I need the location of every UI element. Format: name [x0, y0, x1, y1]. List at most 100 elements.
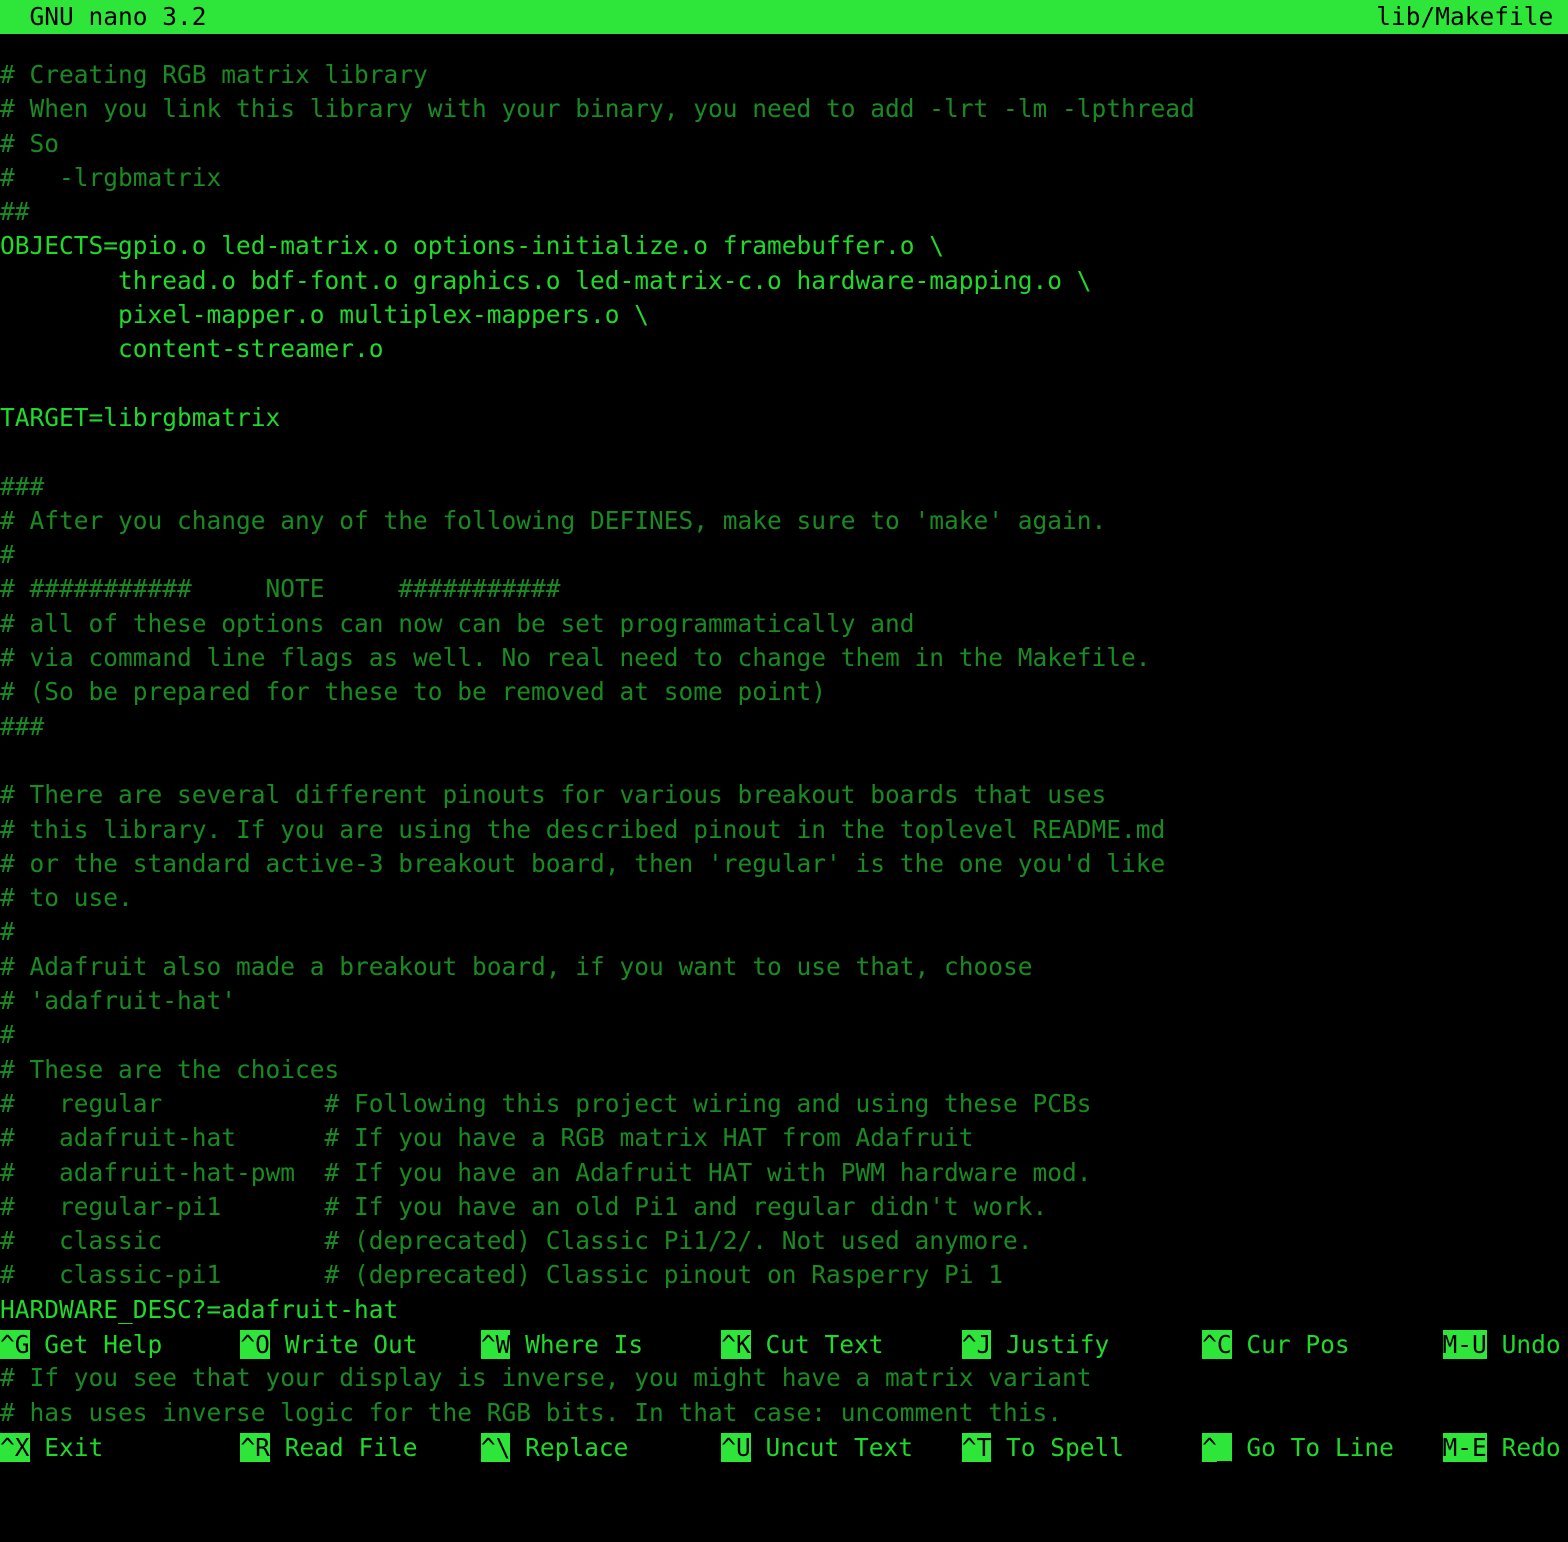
editor-line[interactable]: ##: [0, 195, 1568, 229]
editor-line-text: # to use.: [0, 883, 133, 913]
editor-line[interactable]: # (So be prepared for these to be remove…: [0, 675, 1568, 709]
editor-line[interactable]: # So: [0, 127, 1568, 161]
shortcut-key: ^O: [240, 1330, 270, 1360]
editor-line[interactable]: ###: [0, 470, 1568, 504]
editor-line[interactable]: content-streamer.o: [0, 332, 1568, 366]
editor-text-area[interactable]: # Creating RGB matrix library # When you …: [0, 58, 1568, 1430]
editor-line-text: #: [0, 540, 15, 570]
shortcut-redo[interactable]: M-E Redo: [1442, 1431, 1561, 1465]
editor-line[interactable]: # regular # Following this project wirin…: [0, 1087, 1568, 1121]
editor-line-text: OBJECTS=gpio.o led-matrix.o options-init…: [0, 231, 945, 261]
shortcut-help-bar: ^G Get Help ^O Write Out ^W Where Is ^K Cut…: [0, 1260, 1568, 1534]
shortcut-row-1: ^G Get Help ^O Write Out ^W Where Is ^K Cut…: [0, 1328, 1568, 1362]
app-name: GNU nano 3.2: [29, 2, 207, 31]
shortcut-label: Exit: [29, 1433, 104, 1463]
editor-line-text: [0, 437, 15, 466]
editor-line-text: pixel-mapper.o multiplex-mappers.o \: [0, 300, 650, 330]
editor-line-text: # via command line flags as well. No rea…: [0, 643, 1151, 673]
editor-line[interactable]: TARGET=librgbmatrix: [0, 401, 1568, 435]
editor-line-text: # this library. If you are using the des…: [0, 814, 1166, 844]
shortcut-label: Replace: [510, 1433, 629, 1463]
editor-line-text: # So: [0, 128, 60, 158]
editor-line-text: # or the standard active-3 breakout boar…: [0, 848, 1166, 878]
editor-line[interactable]: [0, 435, 1568, 469]
editor-line-text: # -lrgbmatrix: [0, 162, 222, 192]
editor-line-text: # (So be prepared for these to be remove…: [0, 677, 827, 707]
shortcut-uncut-text[interactable]: ^U Uncut Text: [721, 1431, 913, 1465]
editor-line-text: # ########### NOTE ###########: [0, 574, 561, 604]
shortcut-key: ^\: [480, 1433, 511, 1463]
editor-line[interactable]: # to use.: [0, 881, 1568, 915]
shortcut-label: Undo: [1486, 1330, 1561, 1360]
editor-line[interactable]: OBJECTS=gpio.o led-matrix.o options-init…: [0, 229, 1568, 263]
shortcut-key: ^_: [1202, 1433, 1232, 1463]
editor-line[interactable]: [0, 367, 1568, 401]
editor-line[interactable]: # all of these options can now can be se…: [0, 607, 1568, 641]
editor-line[interactable]: # this library. If you are using the des…: [0, 813, 1568, 847]
shortcut-key: ^X: [0, 1433, 30, 1463]
shortcut-key: ^R: [240, 1433, 270, 1463]
editor-line-text: # adafruit-hat # If you have a RGB matri…: [0, 1123, 974, 1153]
shortcut-label: Cut Text: [750, 1330, 884, 1360]
editor-line[interactable]: # After you change any of the following …: [0, 504, 1568, 538]
editor-line[interactable]: thread.o bdf-font.o graphics.o led-matri…: [0, 264, 1568, 298]
shortcut-read-file[interactable]: ^R Read File: [240, 1431, 417, 1465]
editor-line-text: ##: [0, 197, 30, 227]
shortcut-key: M-U: [1442, 1330, 1487, 1360]
editor-line[interactable]: # via command line flags as well. No rea…: [0, 641, 1568, 675]
shortcut-where-is[interactable]: ^W Where Is: [480, 1328, 644, 1362]
shortcut-label: Cur Pos: [1231, 1330, 1350, 1360]
editor-line[interactable]: # or the standard active-3 breakout boar…: [0, 847, 1568, 881]
shortcut-key: ^W: [480, 1330, 511, 1360]
editor-line-text: TARGET=librgbmatrix: [0, 402, 281, 432]
shortcut-key: ^K: [721, 1330, 751, 1360]
shortcut-label: Get Help: [29, 1330, 163, 1360]
editor-line-text: content-streamer.o: [0, 334, 384, 364]
editor-line[interactable]: # 'adafruit-hat': [0, 984, 1568, 1018]
editor-line-text: ###: [0, 711, 45, 741]
editor-line-text: # Adafruit also made a breakout board, i…: [0, 951, 1033, 981]
editor-line-text: [0, 746, 15, 775]
editor-line[interactable]: # Creating RGB matrix library: [0, 58, 1568, 92]
shortcut-replace[interactable]: ^\ Replace: [480, 1431, 629, 1465]
editor-line-text: # These are the choices: [0, 1054, 340, 1084]
shortcut-label: Redo: [1486, 1433, 1561, 1463]
editor-line[interactable]: # classic # (deprecated) Classic Pi1/2/.…: [0, 1224, 1568, 1258]
editor-line[interactable]: [0, 744, 1568, 778]
editor-line[interactable]: # adafruit-hat # If you have a RGB matri…: [0, 1121, 1568, 1155]
editor-line-text: #: [0, 1020, 15, 1050]
shortcut-label: Where Is: [510, 1330, 644, 1360]
editor-line[interactable]: # Adafruit also made a breakout board, i…: [0, 950, 1568, 984]
shortcut-go-to-line[interactable]: ^_ Go To Line: [1202, 1431, 1394, 1465]
editor-line[interactable]: # -lrgbmatrix: [0, 161, 1568, 195]
shortcut-justify[interactable]: ^J Justify: [961, 1328, 1109, 1362]
shortcut-to-spell[interactable]: ^T To Spell: [961, 1431, 1124, 1465]
shortcut-cut-text[interactable]: ^K Cut Text: [721, 1328, 884, 1362]
editor-line[interactable]: # regular-pi1 # If you have an old Pi1 a…: [0, 1190, 1568, 1224]
editor-line[interactable]: # These are the choices: [0, 1053, 1568, 1087]
shortcut-exit[interactable]: ^X Exit: [0, 1431, 103, 1465]
editor-line[interactable]: # There are several different pinouts fo…: [0, 778, 1568, 812]
editor-line-text: # There are several different pinouts fo…: [0, 780, 1107, 810]
editor-line-text: # regular-pi1 # If you have an old Pi1 a…: [0, 1191, 1048, 1221]
editor-line-text: # Creating RGB matrix library: [0, 60, 428, 89]
shortcut-key: ^G: [0, 1330, 30, 1360]
shortcut-label: Go To Line: [1231, 1433, 1394, 1463]
editor-line[interactable]: #: [0, 1018, 1568, 1052]
editor-line[interactable]: # When you link this library with your b…: [0, 92, 1568, 126]
editor-line[interactable]: #: [0, 915, 1568, 949]
editor-line[interactable]: #: [0, 538, 1568, 572]
editor-line[interactable]: ###: [0, 710, 1568, 744]
editor-line-text: # classic # (deprecated) Classic Pi1/2/.…: [0, 1226, 1033, 1256]
shortcut-get-help[interactable]: ^G Get Help: [0, 1328, 162, 1362]
editor-line-text: # When you link this library with your b…: [0, 94, 1195, 124]
shortcut-write-out[interactable]: ^O Write Out: [240, 1328, 417, 1362]
editor-line-text: # 'adafruit-hat': [0, 986, 237, 1016]
editor-line[interactable]: # adafruit-hat-pwm # If you have an Adaf…: [0, 1156, 1568, 1190]
editor-line[interactable]: pixel-mapper.o multiplex-mappers.o \: [0, 298, 1568, 332]
shortcut-key: ^C: [1202, 1330, 1232, 1360]
shortcut-cur-pos[interactable]: ^C Cur Pos: [1202, 1328, 1350, 1362]
shortcut-undo[interactable]: M-U Undo: [1442, 1328, 1561, 1362]
editor-line-text: # adafruit-hat-pwm # If you have an Adaf…: [0, 1157, 1092, 1187]
editor-line[interactable]: # ########### NOTE ###########: [0, 572, 1568, 606]
